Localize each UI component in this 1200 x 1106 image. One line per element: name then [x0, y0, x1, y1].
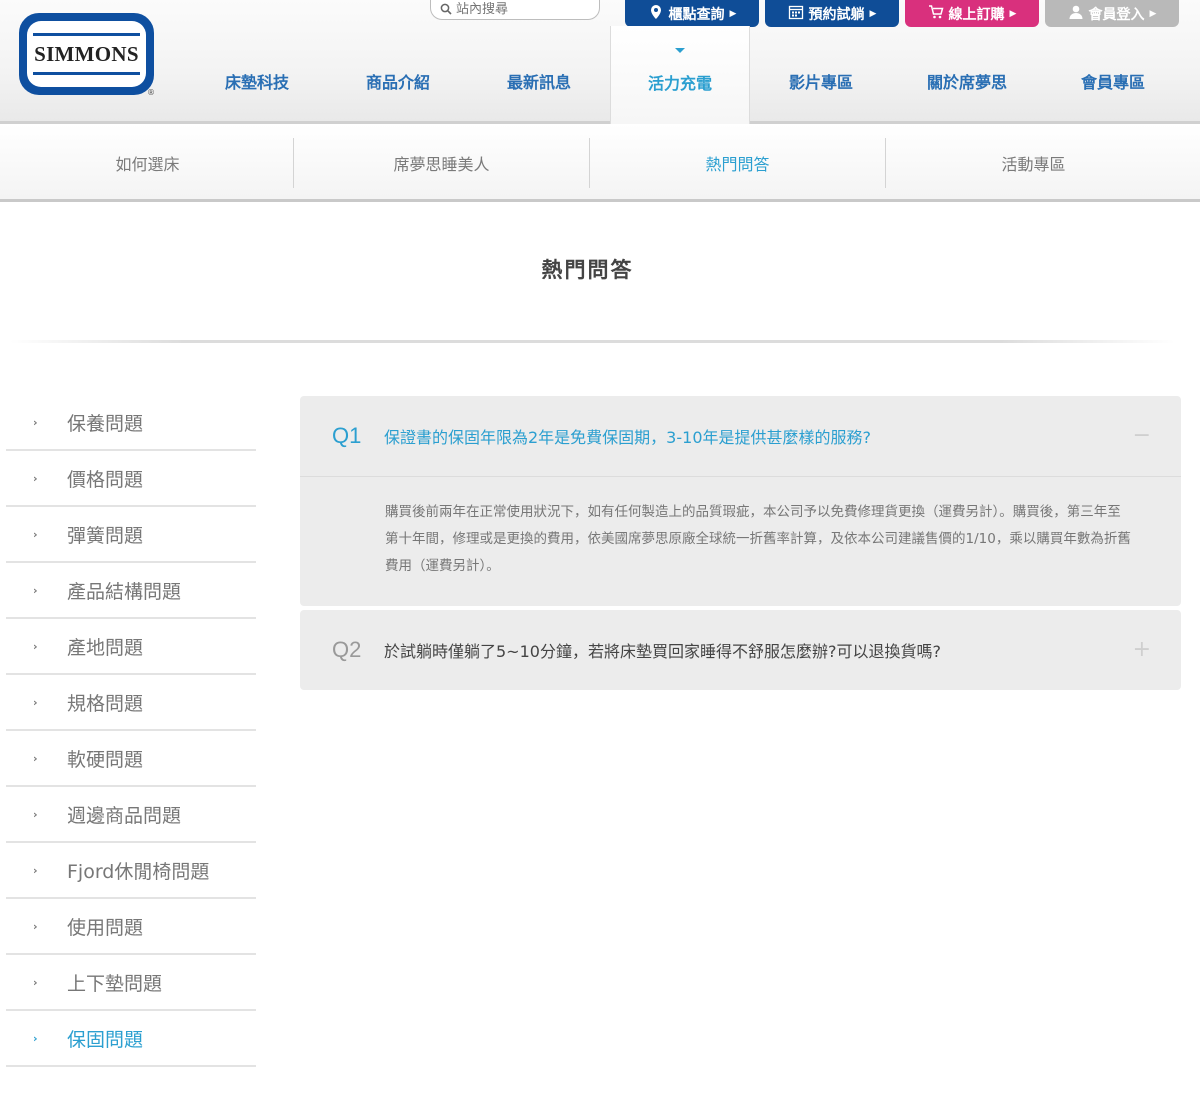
- chevron-right-icon: ›: [33, 584, 38, 597]
- caret-right-icon: ▶: [1009, 8, 1017, 19]
- sidebar-category-label: 使用問題: [67, 917, 144, 939]
- faq-item-q1: Q1 保證書的保固年限為2年是免費保固期，3-10年是提供甚麼樣的服務? − 購…: [300, 396, 1181, 606]
- simmons-logo[interactable]: SIMMONS: [19, 13, 154, 95]
- nav-item-products[interactable]: 商品介紹: [331, 40, 465, 121]
- sidebar-category-item[interactable]: › 使用問題: [6, 900, 256, 955]
- sub-nav-faq[interactable]: 熱門問答: [590, 136, 885, 190]
- faq-number: Q2: [332, 637, 362, 662]
- sidebar-category-label: 週邊商品問題: [67, 805, 182, 827]
- faq-question-row[interactable]: Q2 於試躺時僅躺了5~10分鐘，若將床墊買回家睡得不舒服怎麼辦?可以退換貨嗎?…: [300, 610, 1181, 690]
- main-nav: 床墊科技 商品介紹 最新訊息 活力充電 影片專區 關於席夢思 會員專區: [190, 26, 1200, 124]
- expand-icon[interactable]: +: [1133, 639, 1151, 661]
- collapse-icon[interactable]: −: [1133, 425, 1151, 447]
- page-title-section: 熱門問答: [0, 202, 1200, 343]
- sidebar-category-label: 產品結構問題: [67, 581, 182, 603]
- cart-icon: [928, 4, 944, 24]
- sidebar-category-item[interactable]: › 保養問題: [6, 396, 256, 451]
- map-pin-icon: [648, 4, 664, 24]
- sub-nav-choose-bed[interactable]: 如何選床: [0, 136, 295, 190]
- page-title: 熱門問答: [541, 258, 634, 282]
- sidebar-category-label: 保固問題: [67, 1029, 144, 1051]
- store-locator-button[interactable]: 櫃點查詢 ▶: [625, 0, 759, 27]
- online-order-label: 線上訂購: [948, 6, 1005, 23]
- sidebar-category-label: 上下墊問題: [67, 973, 163, 995]
- chevron-right-icon: ›: [33, 864, 38, 877]
- member-login-button[interactable]: 會員登入 ▶: [1045, 0, 1179, 27]
- logo-text: SIMMONS: [34, 41, 139, 66]
- chevron-right-icon: ›: [33, 808, 38, 821]
- user-icon: [1068, 4, 1084, 24]
- calendar-icon: [788, 4, 804, 24]
- sidebar-category-label: 價格問題: [67, 469, 144, 491]
- caret-right-icon: ▶: [729, 8, 737, 19]
- sidebar-category-item[interactable]: › 產地問題: [6, 620, 256, 675]
- nav-item-videos[interactable]: 影片專區: [754, 40, 888, 121]
- sidebar-category-item[interactable]: › 規格問題: [6, 676, 256, 731]
- chevron-right-icon: ›: [33, 472, 38, 485]
- chevron-right-icon: ›: [33, 920, 38, 933]
- book-trial-button[interactable]: 預約試躺 ▶: [765, 0, 899, 27]
- nav-item-mattress-tech[interactable]: 床墊科技: [190, 40, 324, 121]
- nav-item-recharge[interactable]: 活力充電: [610, 26, 750, 124]
- nav-item-about[interactable]: 關於席夢思: [895, 40, 1039, 121]
- caret-right-icon: ▶: [869, 8, 877, 19]
- chevron-right-icon: ›: [33, 976, 38, 989]
- online-order-button[interactable]: 線上訂購 ▶: [905, 0, 1039, 27]
- chevron-right-icon: ›: [33, 528, 38, 541]
- member-login-label: 會員登入: [1088, 6, 1145, 23]
- sidebar-category-label: 產地問題: [67, 637, 144, 659]
- sidebar-category-label: 彈簧問題: [67, 525, 144, 547]
- sidebar-category-item[interactable]: › 價格問題: [6, 452, 256, 507]
- sidebar-category-label: 軟硬問題: [67, 749, 144, 771]
- faq-question: 保證書的保固年限為2年是免費保固期，3-10年是提供甚麼樣的服務?: [384, 428, 871, 447]
- nav-item-news[interactable]: 最新訊息: [472, 40, 606, 121]
- faq-answer: 購買後前兩年在正常使用狀況下，如有任何製造上的品質瑕疵，本公司予以免費修理貨更換…: [300, 476, 1181, 606]
- sidebar-category-label: 規格問題: [67, 693, 144, 715]
- sidebar-category-item[interactable]: › 保固問題: [6, 1012, 256, 1067]
- faq-category-sidebar: › 保養問題 › 價格問題 › 彈簧問題 › 產品結構問題 › 產地問題 › 規格問題 › 軟硬問題 › 週邊…: [6, 396, 256, 1068]
- chevron-right-icon: ›: [33, 696, 38, 709]
- chevron-right-icon: ›: [33, 1032, 38, 1045]
- sidebar-category-item[interactable]: › 軟硬問題: [6, 732, 256, 787]
- sidebar-category-item[interactable]: › Fjord休閒椅問題: [6, 844, 256, 899]
- sidebar-category-label: 保養問題: [67, 413, 144, 435]
- faq-number: Q1: [332, 423, 362, 448]
- search-input[interactable]: [456, 2, 586, 17]
- sidebar-category-item[interactable]: › 上下墊問題: [6, 956, 256, 1011]
- sidebar-category-item[interactable]: › 彈簧問題: [6, 508, 256, 563]
- chevron-right-icon: ›: [33, 416, 38, 429]
- chevron-right-icon: ›: [33, 752, 38, 765]
- chevron-right-icon: ›: [33, 640, 38, 653]
- site-header: SIMMONS ® 櫃點查詢 ▶ 預約試躺 ▶ 線上訂購 ▶ 會員登入 ▶: [0, 0, 1200, 124]
- registered-mark: ®: [147, 88, 155, 97]
- faq-list: Q1 保證書的保固年限為2年是免費保固期，3-10年是提供甚麼樣的服務? − 購…: [300, 396, 1181, 694]
- faq-question-row[interactable]: Q1 保證書的保固年限為2年是免費保固期，3-10年是提供甚麼樣的服務? −: [300, 396, 1181, 476]
- site-search[interactable]: [430, 0, 600, 20]
- book-trial-label: 預約試躺: [808, 6, 865, 23]
- sub-nav-sleeping-beauty[interactable]: 席夢思睡美人: [294, 136, 589, 190]
- sub-nav: 如何選床 席夢思睡美人 熱門問答 活動專區: [0, 124, 1200, 202]
- search-icon: [440, 0, 452, 19]
- title-divider: [10, 340, 1175, 343]
- store-locator-label: 櫃點查詢: [668, 6, 725, 23]
- sidebar-category-item[interactable]: › 產品結構問題: [6, 564, 256, 619]
- faq-item-q2: Q2 於試躺時僅躺了5~10分鐘，若將床墊買回家睡得不舒服怎麼辦?可以退換貨嗎?…: [300, 610, 1181, 690]
- sub-nav-events[interactable]: 活動專區: [886, 136, 1181, 190]
- sidebar-category-label: Fjord休閒椅問題: [67, 861, 210, 883]
- caret-right-icon: ▶: [1149, 8, 1157, 19]
- sidebar-category-item[interactable]: › 週邊商品問題: [6, 788, 256, 843]
- nav-item-members[interactable]: 會員專區: [1046, 40, 1180, 121]
- faq-question: 於試躺時僅躺了5~10分鐘，若將床墊買回家睡得不舒服怎麼辦?可以退換貨嗎?: [384, 642, 941, 661]
